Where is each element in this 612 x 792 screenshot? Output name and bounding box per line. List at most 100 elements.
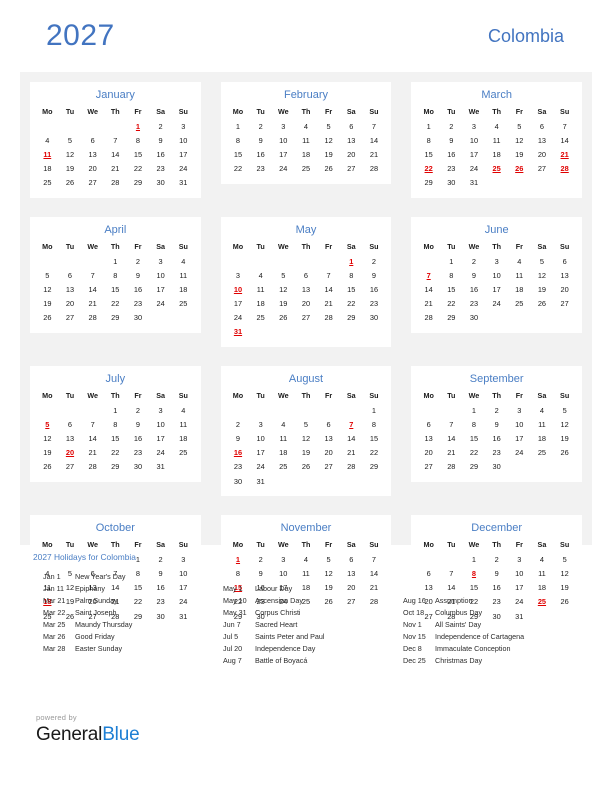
day-cell: 31 [256,476,265,486]
day-cell-empty [249,254,272,268]
day-cell: 22 [369,448,379,458]
weekday-header-sa: Sa [156,241,165,251]
day-cell: 5 [326,121,331,131]
holiday-date: Jul 5 [223,632,239,641]
week-row: 21 22 23 24 25 26 27 [417,297,576,311]
weekday-header-fr: Fr [515,241,523,251]
day-cell: 2 [158,121,163,131]
day-cell: 28 [88,462,97,472]
day-cell: 11 [279,434,288,444]
day-cell: 12 [279,284,288,294]
day-cell-empty [417,403,440,417]
weekday-header-sa: Sa [346,107,356,116]
day-cell: 16 [447,149,456,159]
weekday-header-mo: Mo [232,241,244,251]
holiday-list-item: Aug 7 Battle of Boyacá [213,655,393,667]
day-cell: 17 [469,149,479,159]
weekday-header-we: We [87,107,98,116]
week-row: 7 8 9 10 11 12 13 [417,268,576,282]
weekday-header-tu: Tu [447,241,456,251]
day-cell: 3 [158,256,163,266]
month-day-grid: Mo Tu We Th Fr Sa Su 1 2 3 4 5 6 7 8 9 10 11 12 13 14 15 16 17 1… [227,241,386,339]
week-row: 10 11 12 13 14 15 16 [227,282,386,296]
day-cell: 25 [256,313,265,323]
holiday-date: Dec 8 [403,644,422,653]
week-row: 12 13 14 15 16 17 18 [36,431,195,445]
holiday-date: Mar 22 [43,608,66,617]
weekday-header-th: Th [301,391,311,401]
day-cell: 23 [233,462,243,472]
day-cell-holiday: 22 [424,164,433,174]
day-cell: 18 [256,299,265,309]
day-cell: 3 [471,121,477,131]
day-cell: 25 [515,299,524,309]
day-cell: 30 [156,178,165,188]
day-cell-empty [227,254,250,268]
holiday-list-item: Jul 20 Independence Day [213,643,393,655]
day-cell: 12 [43,284,52,294]
month-cell-september: September Mo Tu We Th Fr Sa Su 1 2 3 4 5 6 7 8 9 10 11 12 13… [401,356,592,505]
day-cell: 4 [258,270,263,280]
day-cell-empty [295,474,318,488]
week-row: 14 15 16 17 18 19 20 [417,282,576,296]
holidays-heading: 2027 Holidays for Colombia [33,552,136,562]
day-cell: 10 [469,135,479,145]
holiday-list-item: Mar 28 Easter Sunday [33,643,213,655]
day-cell: 20 [424,448,433,458]
weekday-header-we: We [87,540,98,550]
weekday-header-we: We [468,391,480,401]
weekday-header-mo: Mo [232,107,244,116]
day-cell: 19 [279,299,288,309]
day-cell: 20 [537,149,547,159]
holiday-name: Sacred Heart [255,620,298,629]
day-cell: 22 [233,164,243,174]
day-cell: 19 [301,448,311,458]
day-cell-empty [36,254,59,268]
day-cell: 23 [256,164,265,174]
month-cell-august: August Mo Tu We Th Fr Sa Su 1 2 3 4 5 6 7 8 9 10 11 12 13 14 1… [211,356,402,505]
weekday-header-th: Th [492,241,502,251]
day-cell: 4 [303,121,309,131]
day-cell-empty [363,474,386,488]
day-cell: 9 [471,270,477,280]
day-cell-empty [553,176,576,190]
day-cell: 16 [156,149,165,159]
month-name-label: October [95,522,135,535]
day-cell: 15 [369,434,379,444]
weekday-header-su: Su [178,107,188,116]
day-cell: 18 [537,434,547,444]
day-cell: 8 [113,419,118,429]
day-cell: 18 [279,448,288,458]
day-cell: 24 [279,164,288,174]
day-cell: 20 [88,164,97,174]
week-row: 11 12 13 14 15 16 17 [36,147,195,161]
day-cell-empty [417,254,440,268]
day-cell: 17 [256,448,265,458]
day-cell: 19 [560,434,569,444]
page-header: 2027 Colombia [0,0,612,72]
week-row: 1 2 3 4 5 [417,552,576,566]
day-cell-holiday: 7 [349,419,354,429]
day-cell-empty [149,311,172,325]
month-card: February Mo Tu We Th Fr Sa Su 1 2 3 4 5 6 7 8 9 10 11 12 13 1… [220,82,392,184]
day-cell: 26 [279,313,288,323]
day-cell: 21 [369,149,379,159]
day-cell: 14 [111,149,120,159]
weekday-header-row: Mo Tu We Th Fr Sa Su [36,241,195,254]
day-cell: 3 [517,554,522,564]
holiday-list-item: Jan 1 New Year's Day [33,571,213,583]
day-cell: 3 [158,405,163,415]
day-cell: 6 [303,270,309,280]
weekday-header-we: We [468,540,480,550]
day-cell-empty [81,119,104,133]
weekday-header-tu: Tu [447,107,456,116]
month-name-label: March [481,89,512,101]
day-cell: 12 [560,419,569,429]
day-cell: 23 [133,448,143,458]
holiday-name: Columbus Day [435,608,483,617]
day-cell: 30 [133,313,143,323]
day-cell: 31 [156,462,165,472]
day-cell: 27 [301,313,311,323]
day-cell: 27 [65,462,75,472]
weekday-header-mo: Mo [423,241,434,251]
